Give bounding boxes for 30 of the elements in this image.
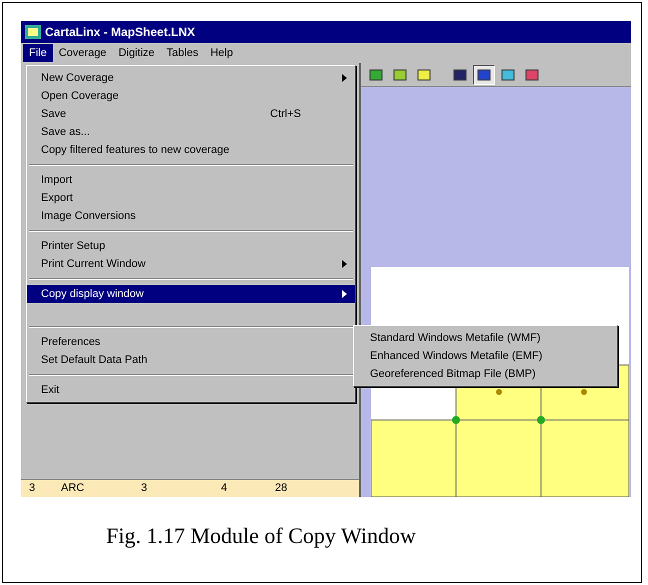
table-cell-text: 3 [140,481,148,496]
table-cell-text: ARC [60,481,86,496]
menu-bar-item[interactable]: File [23,44,53,62]
menu-item[interactable]: Open Coverage [27,87,355,105]
figure-caption: Fig. 1.17 Module of Copy Window [106,522,416,550]
menu-item[interactable]: Exit [27,381,355,399]
menu-item[interactable]: Printer Setup [27,237,355,255]
menu-bar-item[interactable]: Coverage [52,44,112,62]
menu-item[interactable]: Save as... [27,123,355,141]
table-cell-text: 3 [28,481,36,496]
table-cell-text: 28 [274,481,288,496]
menu-item[interactable]: Export [27,189,355,207]
menu-item[interactable]: Image Conversions [27,207,355,225]
menu-item[interactable]: Preferences [27,333,355,351]
menu-item[interactable]: Copy display window [27,285,355,303]
menu-item[interactable]: Import [27,171,355,189]
submenu-item[interactable]: Georeferenced Bitmap File (BMP) [354,365,617,383]
menu-bar-item[interactable]: Help [204,44,239,62]
table-cell-text: 4 [220,481,228,496]
submenu-item[interactable]: Enhanced Windows Metafile (EMF) [354,347,617,365]
menu-item[interactable]: New Coverage [27,69,355,87]
menu-item[interactable]: Print Current Window [27,255,355,273]
menu-item[interactable]: Copy filtered features to new coverage [27,141,355,159]
submenu-item[interactable]: Standard Windows Metafile (WMF) [354,329,617,347]
app-icon [25,25,41,39]
menu-bar-item[interactable]: Digitize [112,44,161,62]
menu-bar-item[interactable]: Tables [160,44,204,62]
menu-item[interactable]: Save Ctrl+S [27,105,355,123]
menu-item[interactable]: Set Default Data Path [27,351,355,369]
window-title: CartaLinx - MapSheet.LNX [45,24,196,41]
